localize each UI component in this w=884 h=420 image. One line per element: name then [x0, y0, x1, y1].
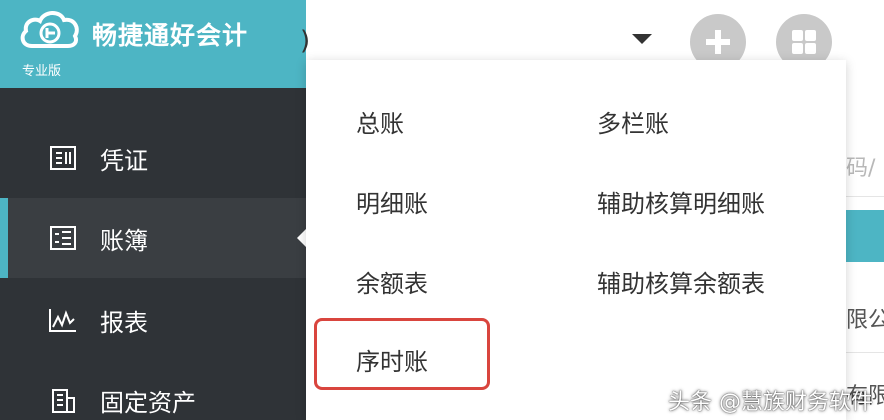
sidebar-item-label: 账簿	[100, 226, 148, 255]
sidebar-item-label: 固定资产	[100, 388, 196, 417]
grid-icon	[792, 30, 816, 54]
table-cell-fragment: 限公	[846, 308, 884, 333]
building-icon	[48, 385, 78, 415]
search-input-fragment[interactable]: 码/	[846, 150, 875, 182]
caret-down-icon[interactable]	[632, 34, 652, 44]
sidebar-item-label: 报表	[100, 308, 148, 337]
highlight-box	[314, 318, 490, 390]
report-chart-icon	[48, 305, 78, 335]
menu-item-auxiliary-detail-ledger[interactable]: 辅助核算明细账	[597, 184, 765, 219]
active-indicator	[0, 198, 8, 278]
sidebar-item-reports[interactable]: 报表	[0, 280, 306, 360]
logo-bar: 畅捷通好会计 专业版	[0, 0, 306, 88]
brand-name: 畅捷通好会计	[92, 21, 249, 50]
menu-item-auxiliary-balance-sheet[interactable]: 辅助核算余额表	[597, 264, 765, 299]
table-header	[846, 210, 884, 262]
menu-item-general-ledger[interactable]: 总账	[356, 104, 404, 139]
sidebar: 畅捷通好会计 专业版 凭证 账簿 报表 固定资产	[0, 0, 307, 420]
menu-item-multi-column-ledger[interactable]: 多栏账	[597, 104, 669, 139]
divider	[846, 196, 884, 197]
watermark: 头条 @慧族财务软件	[668, 390, 873, 415]
sidebar-item-fixed-assets[interactable]: 固定资产	[0, 360, 306, 420]
ledger-icon	[48, 223, 78, 253]
company-name-fragment: )	[300, 26, 311, 56]
sidebar-item-voucher[interactable]: 凭证	[0, 118, 306, 198]
cloud-logo-icon	[20, 11, 79, 48]
brand-edition: 专业版	[22, 64, 62, 79]
plus-icon	[706, 30, 730, 54]
sidebar-item-ledger[interactable]: 账簿	[0, 198, 307, 278]
voucher-icon	[48, 143, 78, 173]
menu-item-balance-sheet[interactable]: 余额表	[356, 264, 428, 299]
divider	[846, 352, 884, 353]
menu-item-detail-ledger[interactable]: 明细账	[356, 184, 428, 219]
sidebar-item-label: 凭证	[100, 146, 148, 175]
